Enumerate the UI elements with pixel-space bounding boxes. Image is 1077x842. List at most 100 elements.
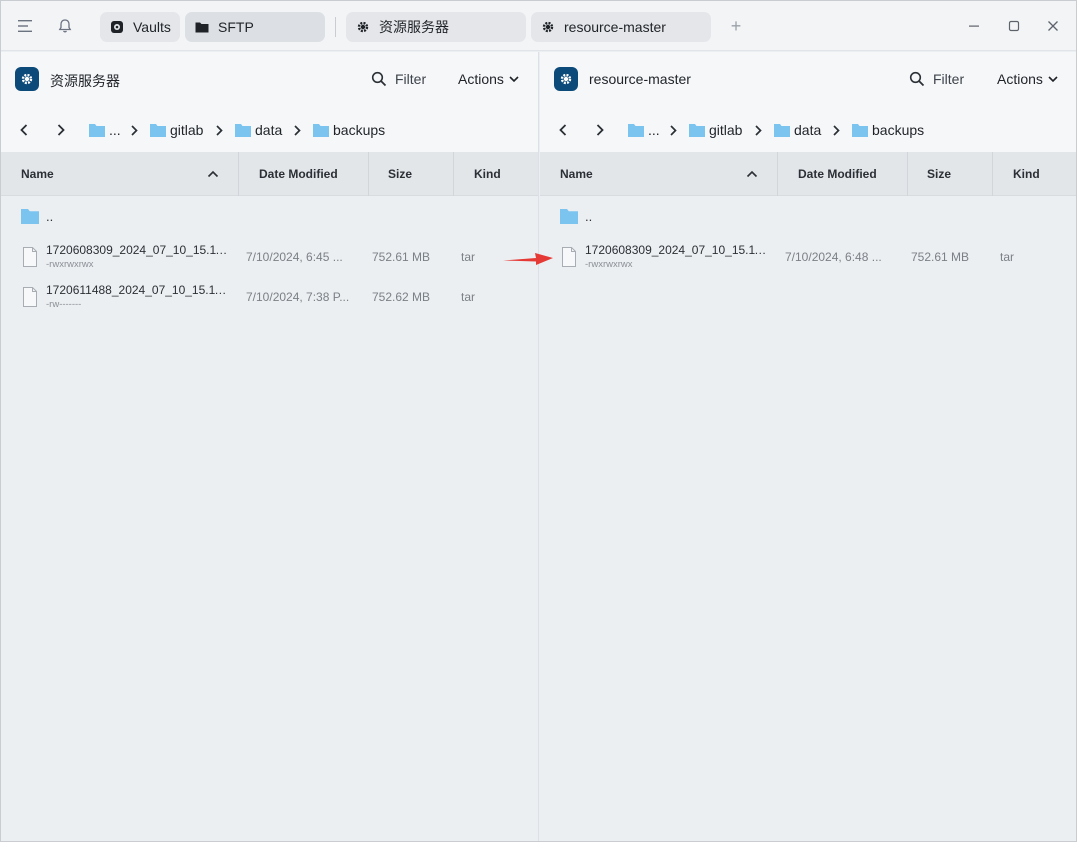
- actions-label: Actions: [458, 71, 504, 87]
- close-icon[interactable]: [1041, 14, 1065, 38]
- breadcrumb-label: data: [255, 122, 283, 138]
- host-title: resource-master: [589, 71, 691, 87]
- minimize-icon[interactable]: [962, 14, 986, 38]
- left-pane: 资源服务器 Filter Actions ... gitlab data bac…: [1, 52, 539, 841]
- host-title: 资源服务器: [50, 73, 120, 89]
- column-size[interactable]: Size: [388, 152, 412, 196]
- file-size: 752.61 MB: [372, 250, 431, 264]
- breadcrumb-gitlab[interactable]: gitlab: [150, 120, 203, 140]
- chevron-down-icon: [509, 75, 519, 83]
- breadcrumb: ... gitlab data backups: [1, 118, 538, 142]
- add-tab-button[interactable]: +: [725, 14, 747, 38]
- column-kind[interactable]: Kind: [1013, 152, 1040, 196]
- breadcrumb-ellipsis[interactable]: ...: [628, 120, 660, 140]
- chevron-right-icon: [213, 118, 225, 142]
- tab-label: Vaults: [133, 19, 171, 35]
- gear-icon: [541, 20, 555, 34]
- chevron-right-icon: [291, 118, 303, 142]
- bell-icon[interactable]: [53, 14, 77, 38]
- pane-header: 资源服务器 Filter Actions ... gitlab data bac…: [1, 52, 538, 152]
- back-icon[interactable]: [14, 118, 34, 142]
- breadcrumb-backups[interactable]: backups: [852, 120, 924, 140]
- column-size[interactable]: Size: [927, 152, 951, 196]
- file-date: 7/10/2024, 7:38 P...: [246, 290, 350, 304]
- breadcrumb-label: data: [794, 122, 822, 138]
- host-icon: [15, 67, 39, 91]
- folder-icon: [21, 208, 39, 229]
- back-icon[interactable]: [553, 118, 573, 142]
- tab-sftp[interactable]: SFTP: [185, 12, 325, 42]
- column-header: Name Date Modified Size Kind: [540, 152, 1076, 196]
- breadcrumb-label: backups: [872, 122, 925, 138]
- breadcrumb-data[interactable]: data: [235, 120, 282, 140]
- actions-button[interactable]: Actions: [997, 68, 1058, 90]
- breadcrumb-data[interactable]: data: [774, 120, 821, 140]
- file-row[interactable]: 1720611488_2024_07_10_15.11.... -rw-----…: [1, 277, 538, 317]
- column-header: Name Date Modified Size Kind: [1, 152, 538, 196]
- tab-label: 资源服务器: [379, 19, 449, 35]
- breadcrumb-label: ...: [109, 122, 121, 138]
- breadcrumb-backups[interactable]: backups: [313, 120, 385, 140]
- title-bar: Vaults SFTP 资源服务器 resource-master +: [1, 1, 1076, 51]
- tab-server-2[interactable]: resource-master: [531, 12, 711, 42]
- breadcrumb-gitlab[interactable]: gitlab: [689, 120, 742, 140]
- file-name: 1720611488_2024_07_10_15.11....: [46, 283, 228, 297]
- parent-directory-row[interactable]: ..: [1, 197, 538, 237]
- breadcrumb-label: gitlab: [709, 122, 743, 138]
- tab-label: resource-master: [564, 19, 666, 35]
- file-kind: tar: [461, 250, 476, 264]
- file-date: 7/10/2024, 6:48 ...: [785, 250, 882, 264]
- file-kind: tar: [461, 290, 476, 304]
- filter-button[interactable]: Filter: [370, 68, 426, 90]
- file-permissions: -rwxrwxrwx: [46, 259, 94, 270]
- column-date[interactable]: Date Modified: [259, 152, 338, 196]
- chevron-right-icon: [667, 118, 679, 142]
- right-pane: resource-master Filter Actions ... gitla…: [540, 52, 1076, 841]
- file-row[interactable]: 1720608309_2024_07_10_15.11... -rwxrwxrw…: [1, 237, 538, 277]
- tab-vaults[interactable]: Vaults: [100, 12, 180, 42]
- file-name: 1720608309_2024_07_10_15.11...: [46, 243, 228, 257]
- column-divider[interactable]: [992, 152, 993, 196]
- column-divider[interactable]: [907, 152, 908, 196]
- column-divider[interactable]: [368, 152, 369, 196]
- file-size: 752.61 MB: [911, 250, 970, 264]
- forward-icon[interactable]: [590, 118, 610, 142]
- chevron-right-icon: [830, 118, 842, 142]
- tab-server-1[interactable]: 资源服务器: [346, 12, 526, 42]
- breadcrumb: ... gitlab data backups: [540, 118, 1076, 142]
- file-icon: [562, 247, 576, 272]
- folder-icon: [852, 123, 868, 137]
- chevron-down-icon: [1048, 75, 1058, 83]
- breadcrumb-label: gitlab: [170, 122, 204, 138]
- breadcrumb-ellipsis[interactable]: ...: [89, 120, 121, 140]
- search-icon: [370, 70, 388, 88]
- parent-directory-label: ..: [585, 209, 593, 224]
- chevron-right-icon: [752, 118, 764, 142]
- column-name[interactable]: Name: [560, 152, 593, 196]
- sort-ascending-icon[interactable]: [206, 167, 220, 181]
- column-name[interactable]: Name: [21, 152, 54, 196]
- file-date: 7/10/2024, 6:45 ...: [246, 250, 343, 264]
- menu-icon[interactable]: [13, 14, 37, 38]
- column-kind[interactable]: Kind: [474, 152, 501, 196]
- breadcrumb-label: ...: [648, 122, 660, 138]
- file-permissions: -rwxrwxrwx: [585, 259, 633, 270]
- tab-label: SFTP: [218, 19, 254, 35]
- column-divider[interactable]: [453, 152, 454, 196]
- parent-directory-row[interactable]: ..: [540, 197, 1076, 237]
- filter-button[interactable]: Filter: [908, 68, 964, 90]
- file-size: 752.62 MB: [372, 290, 431, 304]
- app-window: Vaults SFTP 资源服务器 resource-master + 资源服务…: [0, 0, 1077, 842]
- parent-directory-label: ..: [46, 209, 54, 224]
- maximize-icon[interactable]: [1002, 14, 1026, 38]
- file-row[interactable]: 1720608309_2024_07_10_15.11... -rwxrwxrw…: [540, 237, 1076, 277]
- column-date[interactable]: Date Modified: [798, 152, 877, 196]
- actions-button[interactable]: Actions: [458, 68, 519, 90]
- file-permissions: -rw-------: [46, 299, 82, 310]
- pane-header: resource-master Filter Actions ... gitla…: [540, 52, 1076, 152]
- column-divider[interactable]: [777, 152, 778, 196]
- column-divider[interactable]: [238, 152, 239, 196]
- forward-icon[interactable]: [51, 118, 71, 142]
- sort-ascending-icon[interactable]: [745, 167, 759, 181]
- file-kind: tar: [1000, 250, 1015, 264]
